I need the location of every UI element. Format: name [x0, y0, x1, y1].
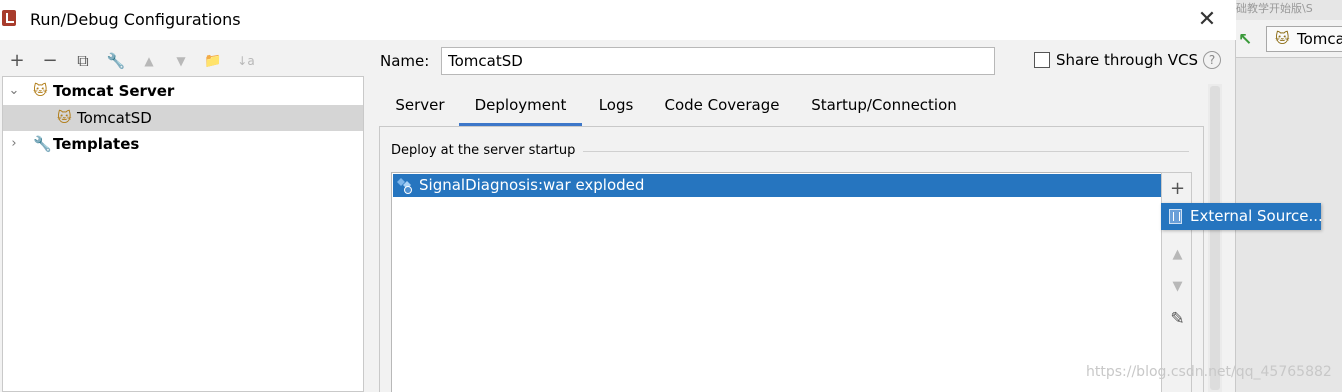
share-through-vcs-checkbox[interactable]	[1034, 52, 1050, 68]
tab-code-coverage[interactable]: Code Coverage	[658, 90, 786, 126]
background-text: 础教学开始版\S	[1236, 2, 1313, 14]
tree-item-label: TomcatSD	[77, 109, 152, 127]
move-up-button[interactable]: ▲	[136, 48, 162, 74]
tree-item-templates[interactable]: › 🔧 Templates	[3, 131, 363, 157]
tab-logs[interactable]: Logs	[590, 90, 642, 126]
tree-item-label: Tomcat Server	[53, 82, 175, 100]
artifact-list: SignalDiagnosis:war exploded	[391, 172, 1162, 392]
sort-configurations-button[interactable]: ↓a	[233, 48, 259, 74]
external-source-menu-item[interactable]: External Source...	[1161, 203, 1323, 230]
menu-item-label: External Source...	[1190, 207, 1323, 225]
name-field[interactable]	[441, 47, 995, 75]
tree-item-label: Templates	[53, 135, 140, 153]
tomcat-icon: 🐱	[33, 83, 48, 99]
intellij-app-icon	[2, 10, 16, 26]
tree-item-tomcatsd[interactable]: 🐱 TomcatSD	[3, 105, 363, 131]
add-artifact-button[interactable]: +	[1162, 175, 1193, 203]
background-run-config-tab[interactable]: 🐱 Tomca	[1266, 26, 1342, 52]
help-icon[interactable]: ?	[1203, 51, 1221, 69]
remove-configuration-button[interactable]: −	[37, 48, 63, 74]
tomcat-icon: 🐱	[1275, 31, 1290, 47]
title-bar: Run/Debug Configurations ✕	[0, 0, 1236, 40]
tab-server[interactable]: Server	[380, 90, 460, 126]
group-divider	[567, 151, 1189, 152]
add-configuration-button[interactable]: +	[4, 48, 30, 74]
artifact-label: SignalDiagnosis:war exploded	[419, 176, 645, 194]
close-button[interactable]: ✕	[1192, 6, 1222, 34]
tab-startup-connection[interactable]: Startup/Connection	[804, 90, 964, 126]
run-debug-configurations-dialog: Run/Debug Configurations ✕ + − ⧉ 🔧 ▲ ▼ 📁…	[0, 0, 1236, 392]
wrench-icon: 🔧	[33, 135, 52, 153]
external-source-icon	[1169, 209, 1182, 224]
chevron-right-icon[interactable]: ›	[7, 131, 21, 157]
vertical-scrollbar[interactable]	[1208, 84, 1222, 392]
deploy-group-title: Deploy at the server startup	[391, 143, 584, 158]
build-arrow-icon[interactable]: ↖	[1238, 30, 1252, 50]
scrollbar-thumb[interactable]	[1210, 86, 1220, 390]
edit-pencil-icon[interactable]: ✎	[1162, 305, 1193, 333]
config-toolbar: + − ⧉ 🔧 ▲ ▼ 📁 ↓a	[0, 46, 270, 76]
share-through-vcs-label[interactable]: Share through VCS	[1056, 51, 1198, 69]
move-down-button[interactable]: ▼	[168, 48, 194, 74]
dialog-title: Run/Debug Configurations	[30, 10, 241, 29]
tomcat-icon: 🐱	[57, 110, 72, 126]
folder-icon[interactable]: 📁	[200, 48, 226, 74]
configuration-tree: ⌄ 🐱 Tomcat Server 🐱 TomcatSD › 🔧 Templat…	[2, 76, 364, 392]
move-up-button[interactable]: ▲	[1162, 241, 1193, 269]
tab-deployment[interactable]: Deployment	[459, 90, 582, 126]
name-label: Name:	[380, 52, 430, 70]
watermark: https://blog.csdn.net/qq_45765882	[1086, 364, 1332, 380]
list-item[interactable]: SignalDiagnosis:war exploded	[393, 174, 1161, 197]
tree-item-tomcat-server[interactable]: ⌄ 🐱 Tomcat Server	[3, 78, 363, 104]
artifact-icon	[397, 178, 412, 194]
copy-configuration-button[interactable]: ⧉	[70, 48, 96, 74]
edit-defaults-wrench-icon[interactable]: 🔧	[103, 48, 129, 74]
background-tab-label: Tomca	[1297, 30, 1342, 48]
move-down-button[interactable]: ▼	[1162, 273, 1193, 301]
chevron-down-icon[interactable]: ⌄	[7, 78, 21, 104]
background-ide-window: 础教学开始版\S ↖ 🐱 Tomca	[1236, 0, 1342, 392]
